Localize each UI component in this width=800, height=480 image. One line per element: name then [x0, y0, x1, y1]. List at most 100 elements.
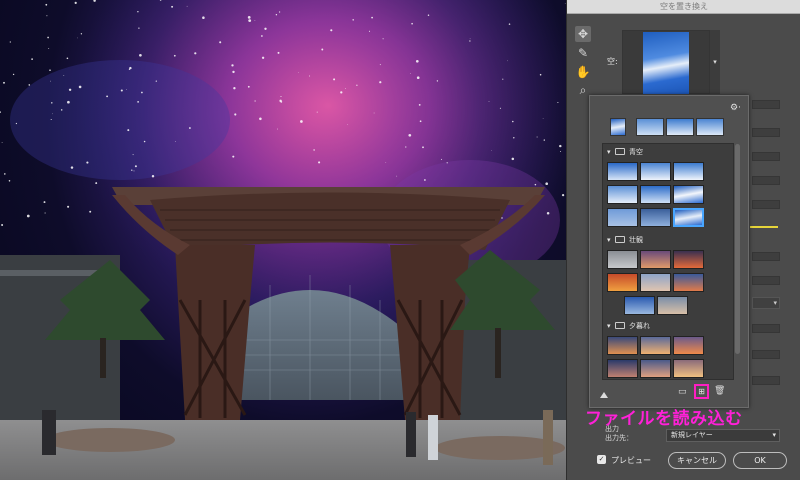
sky-thumbnail[interactable] [640, 359, 671, 378]
star [277, 51, 280, 54]
star [333, 78, 336, 81]
recent-sky-thumb[interactable] [696, 118, 724, 136]
star [44, 212, 46, 214]
hand-icon[interactable]: ✋ [575, 64, 591, 80]
sky-thumbnail[interactable] [607, 162, 638, 181]
star [1, 224, 4, 226]
sky-label: 空: [607, 57, 618, 66]
star [47, 36, 49, 39]
preview-checkbox[interactable]: ✓ [597, 455, 606, 464]
setting-field[interactable] [752, 152, 780, 161]
star [233, 87, 236, 90]
sky-thumbnail[interactable] [640, 336, 671, 355]
preset-list[interactable]: ▾ 青空 ▾ 壮観 ▾ 夕暮れ [602, 143, 734, 380]
group-header-blue-sky[interactable]: ▾ 青空 [607, 146, 643, 158]
trash-icon[interactable]: 🗑 [714, 386, 725, 396]
sky-thumbnail[interactable] [640, 185, 671, 204]
folder-icon [615, 322, 625, 329]
group-header-sunset[interactable]: ▾ 夕暮れ [607, 320, 650, 332]
sky-thumbnail[interactable] [673, 336, 704, 355]
star [559, 144, 562, 148]
sky-thumbnail-selected[interactable] [673, 208, 704, 227]
star [415, 59, 419, 63]
setting-field[interactable] [752, 128, 780, 137]
star [469, 40, 471, 42]
star [371, 16, 373, 19]
star [427, 14, 430, 17]
setting-field[interactable] [752, 252, 780, 261]
star [89, 210, 92, 213]
thumbnail-size-slider[interactable] [600, 392, 608, 398]
star [28, 84, 31, 86]
star [131, 169, 133, 171]
star [232, 155, 235, 158]
star [411, 22, 413, 25]
star [254, 20, 256, 22]
star [219, 41, 222, 44]
recent-sky-thumb[interactable] [610, 118, 626, 136]
sky-thumbnail[interactable] [673, 250, 704, 269]
star [78, 85, 82, 89]
gear-icon[interactable]: ⚙· [730, 103, 741, 113]
star [534, 183, 537, 186]
star [188, 127, 191, 129]
star [60, 109, 63, 111]
sky-thumbnail[interactable] [640, 273, 671, 292]
sky-thumbnail[interactable] [673, 162, 704, 181]
cancel-button[interactable]: キャンセル [668, 452, 726, 469]
setting-field[interactable] [752, 376, 780, 385]
star [330, 29, 333, 32]
star [120, 89, 123, 92]
setting-field[interactable] [752, 100, 780, 109]
move-icon[interactable]: ✥ [575, 26, 591, 42]
setting-field[interactable] [752, 176, 780, 185]
recent-sky-thumb[interactable] [636, 118, 664, 136]
setting-field[interactable] [752, 350, 780, 359]
star [259, 117, 262, 121]
sky-thumbnail[interactable] [607, 208, 638, 227]
setting-field[interactable] [752, 276, 780, 285]
sky-thumbnail[interactable] [673, 359, 704, 378]
setting-field[interactable] [752, 200, 780, 209]
ok-button[interactable]: OK [733, 452, 787, 469]
star [15, 122, 18, 125]
recent-sky-thumb[interactable] [666, 118, 694, 136]
preset-list-scrollbar[interactable] [735, 144, 740, 354]
output-destination-value: 新規レイヤー [671, 431, 713, 439]
star [138, 27, 140, 29]
sky-thumbnail[interactable] [607, 185, 638, 204]
folder-icon [615, 236, 625, 243]
sky-thumbnail[interactable] [657, 296, 688, 315]
setting-field[interactable] [752, 324, 780, 333]
sky-dropdown-button[interactable]: ▾ [710, 30, 720, 94]
star [137, 101, 139, 103]
star [155, 80, 157, 82]
sky-thumbnail[interactable] [640, 208, 671, 227]
folder-icon[interactable]: ▭ [678, 387, 690, 397]
star [247, 16, 251, 19]
sky-thumbnail[interactable] [607, 273, 638, 292]
star [202, 16, 205, 19]
output-destination-select[interactable]: 新規レイヤー ▾ [666, 429, 780, 442]
group-header-spectacular[interactable]: ▾ 壮観 [607, 234, 643, 246]
sky-thumbnail[interactable] [607, 250, 638, 269]
sky-thumbnail[interactable] [640, 250, 671, 269]
sky-preview-thumbnail[interactable] [643, 32, 689, 94]
photo-canvas[interactable] [0, 0, 566, 480]
new-preset-icon[interactable]: ⊞ [694, 384, 709, 399]
sky-preset-popup: ⚙· ▾ 青空 ▾ 壮観 ▾ 夕暮れ ▭ ⊞ 🗑 [589, 95, 749, 408]
sky-brush-icon[interactable]: ✎ [575, 45, 591, 61]
sky-thumbnail[interactable] [673, 185, 704, 204]
sky-thumbnail[interactable] [607, 359, 638, 378]
star [405, 146, 407, 148]
sky-thumbnail[interactable] [624, 296, 655, 315]
star [316, 111, 318, 113]
sky-thumbnail[interactable] [607, 336, 638, 355]
star [313, 149, 315, 151]
star [106, 95, 109, 98]
sky-thumbnail[interactable] [640, 162, 671, 181]
sky-thumbnail[interactable] [673, 273, 704, 292]
setting-select[interactable]: ▾ [752, 297, 780, 309]
star [173, 54, 176, 57]
star [4, 173, 6, 175]
